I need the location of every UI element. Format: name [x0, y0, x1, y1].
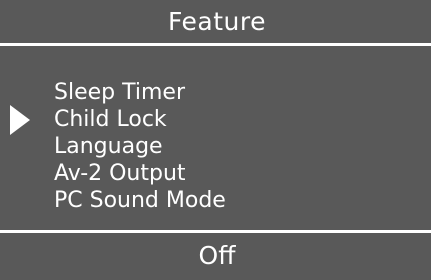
menu-item-av2-output[interactable]: Av-2 Output	[54, 160, 226, 187]
menu-item-child-lock[interactable]: Child Lock	[54, 106, 226, 133]
menu-item-pc-sound-mode[interactable]: PC Sound Mode	[54, 187, 226, 214]
osd-menu: Feature Sleep Timer Child Lock Language …	[0, 0, 434, 280]
current-value: Off	[198, 241, 236, 270]
menu-title: Feature	[168, 6, 266, 36]
menu-item-sleep-timer[interactable]: Sleep Timer	[54, 79, 226, 106]
selection-pointer-icon	[10, 105, 30, 135]
menu-list: Sleep Timer Child Lock Language Av-2 Out…	[54, 79, 226, 214]
menu-item-language[interactable]: Language	[54, 133, 226, 160]
title-divider	[0, 43, 434, 46]
